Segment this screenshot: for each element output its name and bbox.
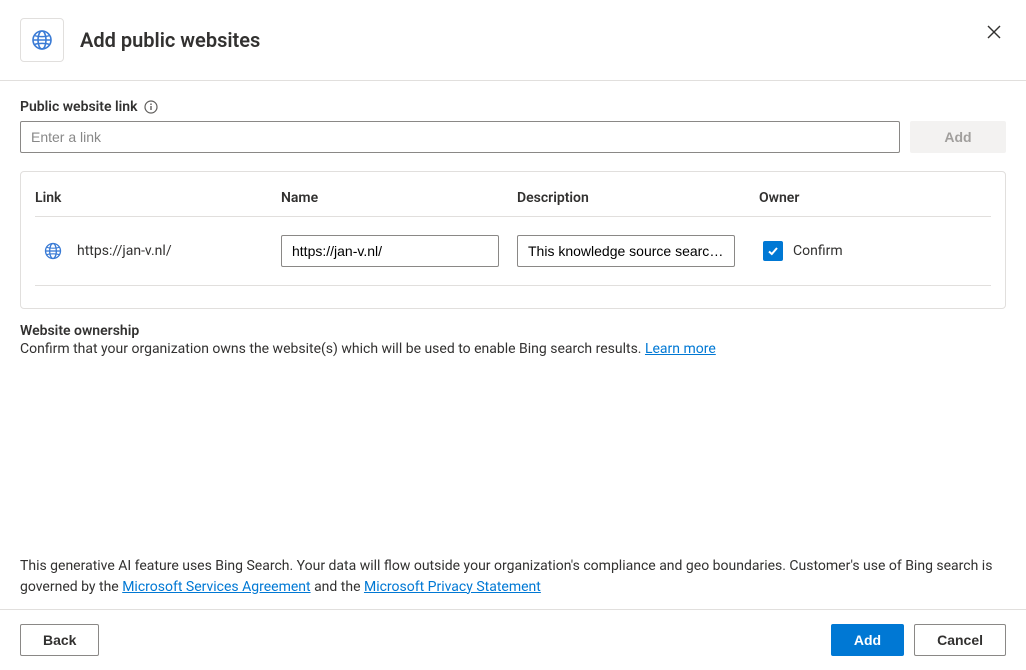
link-field-label-row: Public website link <box>20 99 1006 115</box>
ownership-title: Website ownership <box>20 323 1006 339</box>
col-description: Description <box>517 190 759 206</box>
link-field-label: Public website link <box>20 99 138 115</box>
cell-name <box>281 235 517 267</box>
dialog-footer: Back Add Cancel <box>0 609 1026 670</box>
services-agreement-link[interactable]: Microsoft Services Agreement <box>122 579 310 595</box>
cell-link-text: https://jan-v.nl/ <box>77 243 172 259</box>
disclosure-text: This generative AI feature uses Bing Sea… <box>20 556 1006 597</box>
cancel-button[interactable]: Cancel <box>914 624 1006 656</box>
check-icon <box>767 245 779 257</box>
privacy-statement-link[interactable]: Microsoft Privacy Statement <box>364 579 541 595</box>
websites-table: Link Name Description Owner <box>35 186 991 286</box>
add-button[interactable]: Add <box>831 624 904 656</box>
link-input-row: Add <box>20 121 1006 153</box>
ownership-description-text: Confirm that your organization owns the … <box>20 341 645 357</box>
disclosure-mid: and the <box>311 579 364 595</box>
col-link: Link <box>35 190 281 206</box>
close-icon <box>986 24 1002 40</box>
globe-icon-tile <box>20 18 64 62</box>
globe-icon <box>30 28 54 52</box>
ownership-section: Website ownership Confirm that your orga… <box>20 323 1006 357</box>
link-input[interactable] <box>20 121 900 153</box>
name-input[interactable] <box>281 235 499 267</box>
cell-link: https://jan-v.nl/ <box>35 241 281 261</box>
dialog-add-public-websites: Add public websites Public website link … <box>0 0 1026 670</box>
description-input[interactable] <box>517 235 735 267</box>
learn-more-link[interactable]: Learn more <box>645 341 716 357</box>
back-button[interactable]: Back <box>20 624 99 656</box>
col-name: Name <box>281 190 517 206</box>
dialog-title: Add public websites <box>80 28 260 52</box>
table-row: https://jan-v.nl/ Confi <box>35 217 991 286</box>
table-header: Link Name Description Owner <box>35 186 991 217</box>
websites-panel: Link Name Description Owner <box>20 171 1006 309</box>
dialog-body: Public website link Add Link Name Descri… <box>0 81 1026 609</box>
cell-owner: Confirm <box>759 241 991 261</box>
ownership-description: Confirm that your organization owns the … <box>20 341 1006 357</box>
owner-confirm-checkbox[interactable] <box>763 241 783 261</box>
cell-description <box>517 235 759 267</box>
owner-confirm-label: Confirm <box>793 243 843 259</box>
globe-icon <box>43 241 63 261</box>
close-button[interactable] <box>984 22 1004 42</box>
col-owner: Owner <box>759 190 991 206</box>
add-link-button[interactable]: Add <box>910 121 1006 153</box>
dialog-header: Add public websites <box>0 0 1026 80</box>
info-icon[interactable] <box>144 100 158 114</box>
